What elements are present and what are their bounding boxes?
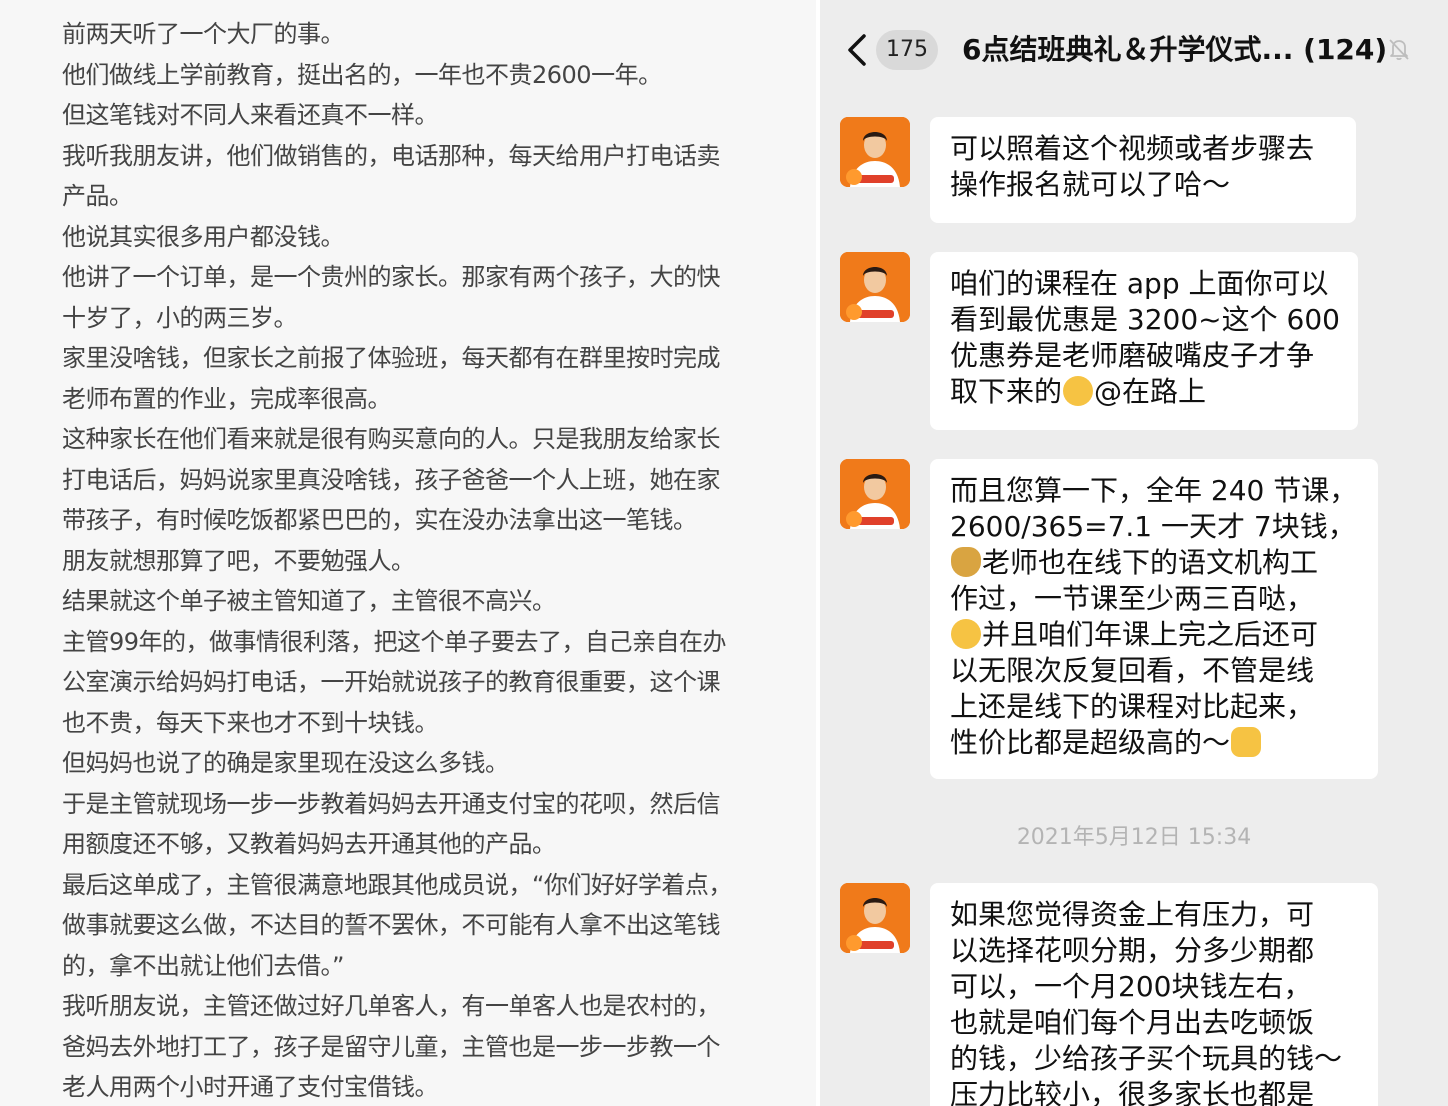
article-line: 结果就这个单子被主管知道了，主管很不高兴。: [62, 587, 556, 615]
message-line: 压力比较小，很多家长也都是: [950, 1078, 1315, 1106]
unread-count-badge[interactable]: 175: [876, 30, 938, 70]
article-line: 他说其实很多用户都没钱。: [62, 223, 345, 251]
article-line: 但妈妈也说了的确是家里现在没这么多钱。: [62, 749, 509, 777]
crying-laughing-emoji-icon: [951, 619, 981, 649]
message-line: 如果您觉得资金上有压力，可: [950, 898, 1315, 931]
article-line: 家里没啥钱，但家长之前报了体验班，每天都有在群里按时完成: [62, 344, 721, 372]
message-line: 2600/365=7.1 一天才 7块钱，: [950, 510, 1356, 543]
message-line: 并且咱们年课上完之后还可: [950, 617, 1358, 653]
message-timestamp: 2021年5月12日 15:34: [1016, 825, 1252, 850]
message-text: 老师也在线下的语文机构工: [982, 546, 1319, 579]
article-line: 做事就要这么做，不达目的誓不罢休，不可能有人拿不出这笔钱: [62, 911, 721, 939]
message-text: @在路上: [1094, 375, 1207, 408]
article-line: 我听我朋友讲，他们做销售的，电话那种，每天给用户打电话卖: [62, 142, 721, 170]
chat-title: 6点结班典礼＆升学仪式... (124): [962, 33, 1388, 66]
message-bubble[interactable]: 可以照着这个视频或者步骤去 操作报名就可以了哈～: [930, 117, 1356, 223]
chevron-left-icon[interactable]: [844, 30, 870, 70]
article-line: 前两天听了一个大厂的事。: [62, 20, 345, 48]
money-bag-emoji-icon: [951, 547, 981, 577]
article-line: 但这笔钱对不同人来看还真不一样。: [62, 101, 439, 129]
message-line: 而且您算一下，全年 240 节课，: [950, 474, 1358, 507]
message-line: 以选择花呗分期，分多少期都: [950, 934, 1315, 967]
chat-header: 175 6点结班典礼＆升学仪式... (124): [820, 0, 1448, 100]
article-line: 于是主管就现场一步一步教着妈妈去开通支付宝的花呗，然后信: [62, 790, 721, 818]
laughing-emoji-icon: [1063, 376, 1094, 406]
message-line: 看到最优惠是 3200~这个 600: [950, 303, 1340, 336]
article-line: 公室演示给妈妈打电话，一开始就说孩子的教育很重要，这个课: [62, 668, 721, 696]
article-line: 也不贵，每天下来也才不到十块钱。: [62, 709, 439, 737]
article-line: 这种家长在他们看来就是很有购买意向的人。只是我朋友给家长: [62, 425, 721, 453]
message-text: 取下来的: [950, 375, 1063, 408]
article-line: 朋友就想那算了吧，不要勉强人。: [62, 547, 415, 575]
message-line: 操作报名就可以了哈～: [950, 168, 1231, 201]
message-line: 以无限次反复回看，不管是线: [950, 654, 1315, 687]
article-line: 带孩子，有时候吃饭都紧巴巴的，实在没办法拿出这一笔钱。: [62, 506, 697, 534]
article-line: 老人用两个小时开通了支付宝借钱。: [62, 1073, 439, 1101]
avatar[interactable]: [840, 459, 910, 529]
article-line: 爸妈去外地打工了，孩子是留守儿童，主管也是一步一步教一个: [62, 1033, 721, 1061]
article-line: 我听朋友说，主管还做过好几单客人，有一单客人也是农村的，: [62, 992, 721, 1020]
message-line: 上还是线下的课程对比起来，: [950, 690, 1315, 723]
message-line: 老师也在线下的语文机构工: [950, 545, 1358, 581]
message-line: 可以，一个月200块钱左右，: [950, 970, 1312, 1003]
article-line: 主管99年的，做事情很利落，把这个单子要去了，自己亲自在办: [62, 628, 727, 656]
message-text: 并且咱们年课上完之后还可: [982, 618, 1319, 651]
chat-panel: 175 6点结班典礼＆升学仪式... (124) 可以照着这个视频或者步骤去 操…: [820, 0, 1448, 1106]
message-bubble[interactable]: 而且您算一下，全年 240 节课， 2600/365=7.1 一天才 7块钱， …: [930, 459, 1378, 779]
article-line: 老师布置的作业，完成率很高。: [62, 385, 392, 413]
message-text: 性价比都是超级高的～: [950, 726, 1231, 759]
article-line: 打电话后，妈妈说家里真没啥钱，孩子爸爸一个人上班，她在家: [62, 466, 721, 494]
article-line: 十岁了，小的两三岁。: [62, 304, 298, 332]
article-line: 最后这单成了，主管很满意地跟其他成员说，“你们好好学着点，: [62, 871, 732, 899]
message-line: 也就是咱们每个月出去吃顿饭: [950, 1006, 1315, 1039]
article-line: 产品。: [62, 182, 133, 210]
message-line: 作过，一节课至少两三百哒，: [950, 582, 1315, 615]
article-line: 他们做线上学前教育，挺出名的，一年也不贵2600一年。: [62, 61, 662, 89]
message-bubble[interactable]: 如果您觉得资金上有压力，可 以选择花呗分期，分多少期都 可以，一个月200块钱左…: [930, 883, 1378, 1106]
message-line: 的钱，少给孩子买个玩具的钱～: [950, 1042, 1343, 1075]
article-line: 用额度还不够，又教着妈妈去开通其他的产品。: [62, 830, 556, 858]
message-bubble[interactable]: 咱们的课程在 app 上面你可以 看到最优惠是 3200~这个 600 优惠券是…: [930, 252, 1358, 430]
avatar[interactable]: [840, 252, 910, 322]
bell-muted-icon: [1386, 36, 1412, 62]
avatar[interactable]: [840, 883, 910, 953]
message-line: 咱们的课程在 app 上面你可以: [950, 267, 1329, 300]
message-line: 取下来的 @在路上: [950, 374, 1338, 410]
avatar[interactable]: [840, 117, 910, 187]
thumbs-up-emoji-icon: [1231, 727, 1262, 757]
message-line: 可以照着这个视频或者步骤去: [950, 132, 1315, 165]
article-line: 他讲了一个订单，是一个贵州的家长。那家有两个孩子，大的快: [62, 263, 721, 291]
message-line: 优惠券是老师磨破嘴皮子才争: [950, 339, 1315, 372]
message-line: 性价比都是超级高的～: [950, 725, 1358, 761]
article-line: 的，拿不出就让他们去借。”: [62, 952, 344, 980]
article-panel: 前两天听了一个大厂的事。 他们做线上学前教育，挺出名的，一年也不贵2600一年。…: [0, 0, 816, 1106]
